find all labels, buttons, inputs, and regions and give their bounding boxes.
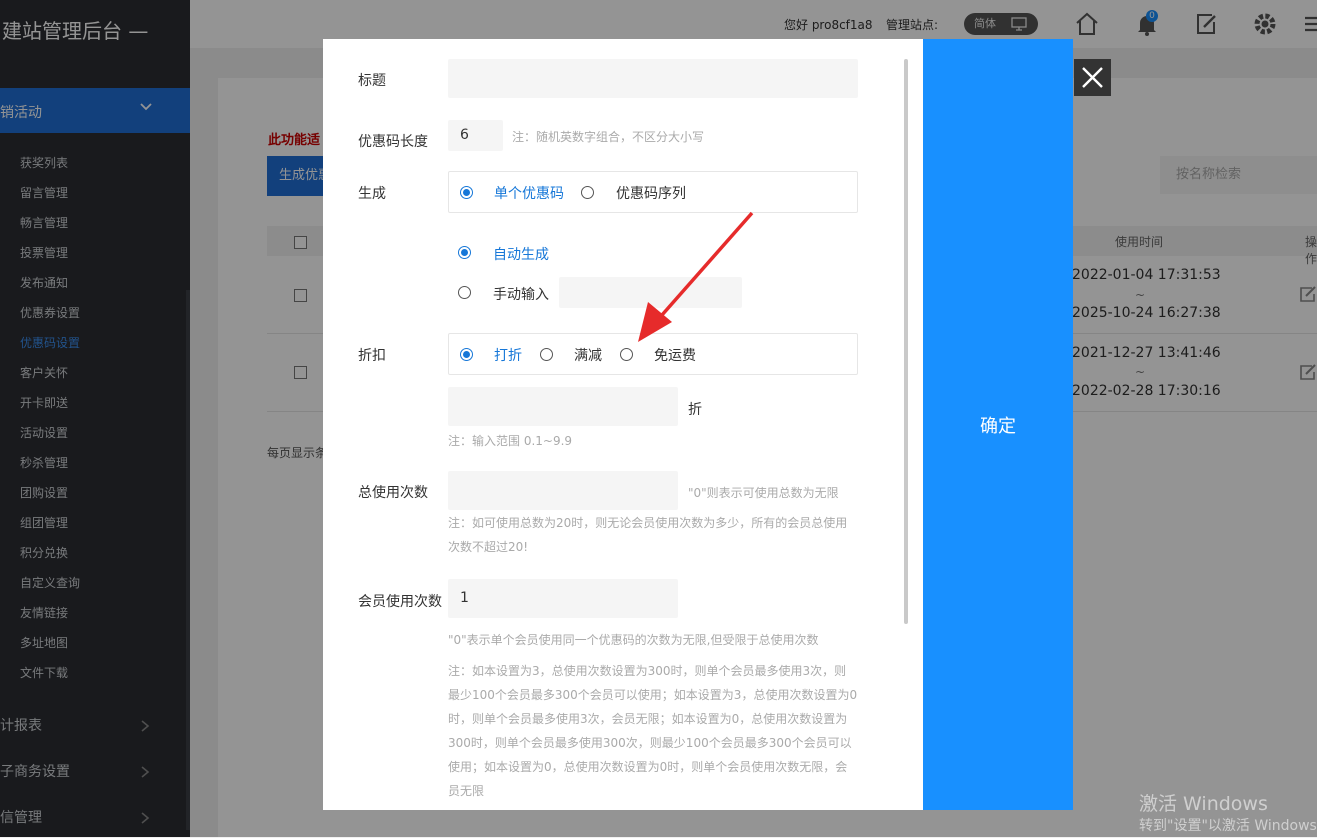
windows-activation-hint: 转到"设置"以激活 Windows。 <box>1139 818 1317 834</box>
close-button[interactable] <box>1074 59 1111 96</box>
manual-input-label[interactable]: 手动输入 <box>493 284 549 304</box>
member-uses-label: 会员使用次数 <box>358 594 442 610</box>
windows-activation-watermark: 激活 Windows <box>1139 793 1268 815</box>
discount-radio-group: 打折 满减 免运费 <box>448 333 858 375</box>
discount-label: 折扣 <box>358 348 386 364</box>
discount-note: 注：输入范围 0.1~9.9 <box>448 434 573 448</box>
confirm-button[interactable]: 确定 <box>923 39 1073 810</box>
dialog-scrollbar[interactable] <box>904 59 908 624</box>
dialog-form: 标题 优惠码长度 6 注：随机英数字组合，不区分大小写 生成 单个优惠码 优惠码… <box>323 39 923 810</box>
amount-off-radio[interactable] <box>540 348 553 361</box>
auto-generate-radio[interactable] <box>458 246 471 259</box>
free-shipping-label[interactable]: 免运费 <box>654 345 696 365</box>
code-sequence-radio[interactable] <box>581 186 594 199</box>
generate-radio-group: 单个优惠码 优惠码序列 <box>448 171 858 213</box>
manual-input-radio[interactable] <box>458 286 471 299</box>
member-uses-input[interactable]: 1 <box>448 579 678 618</box>
auto-generate-label[interactable]: 自动生成 <box>493 244 549 264</box>
member-uses-note: "0"表示单个会员使用同一个优惠码的次数为无限,但受限于总使用次数 <box>448 633 819 647</box>
single-code-radio[interactable] <box>460 186 473 199</box>
total-uses-label: 总使用次数 <box>358 485 428 501</box>
percent-off-label[interactable]: 打折 <box>494 345 522 365</box>
amount-off-label[interactable]: 满减 <box>574 345 602 365</box>
code-sequence-label[interactable]: 优惠码序列 <box>616 183 686 203</box>
title-label: 标题 <box>358 73 386 89</box>
free-shipping-radio[interactable] <box>620 348 633 361</box>
close-icon <box>1074 67 1111 100</box>
member-uses-explanation: 注：如本设置为3，总使用次数设置为300时，则单个会员最多使用3次，则最少100… <box>448 664 858 798</box>
percent-off-radio[interactable] <box>460 348 473 361</box>
code-length-input[interactable]: 6 <box>448 120 503 151</box>
discount-value-input[interactable] <box>448 387 678 426</box>
total-uses-note: "0"则表示可使用总数为无限 <box>688 486 839 500</box>
title-input[interactable] <box>448 59 858 98</box>
manual-code-input[interactable] <box>559 277 742 308</box>
single-code-label[interactable]: 单个优惠码 <box>494 183 564 203</box>
discount-unit: 折 <box>688 402 702 418</box>
generate-label: 生成 <box>358 186 386 202</box>
code-length-label: 优惠码长度 <box>358 134 428 150</box>
code-length-note: 注：随机英数字组合，不区分大小写 <box>512 130 705 144</box>
total-uses-explanation: 注：如可使用总数为20时，则无论会员使用次数为多少，所有的会员总使用次数不超过2… <box>448 516 848 554</box>
total-uses-input[interactable] <box>448 471 678 510</box>
coupon-code-dialog: 标题 优惠码长度 6 注：随机英数字组合，不区分大小写 生成 单个优惠码 优惠码… <box>323 39 1073 810</box>
